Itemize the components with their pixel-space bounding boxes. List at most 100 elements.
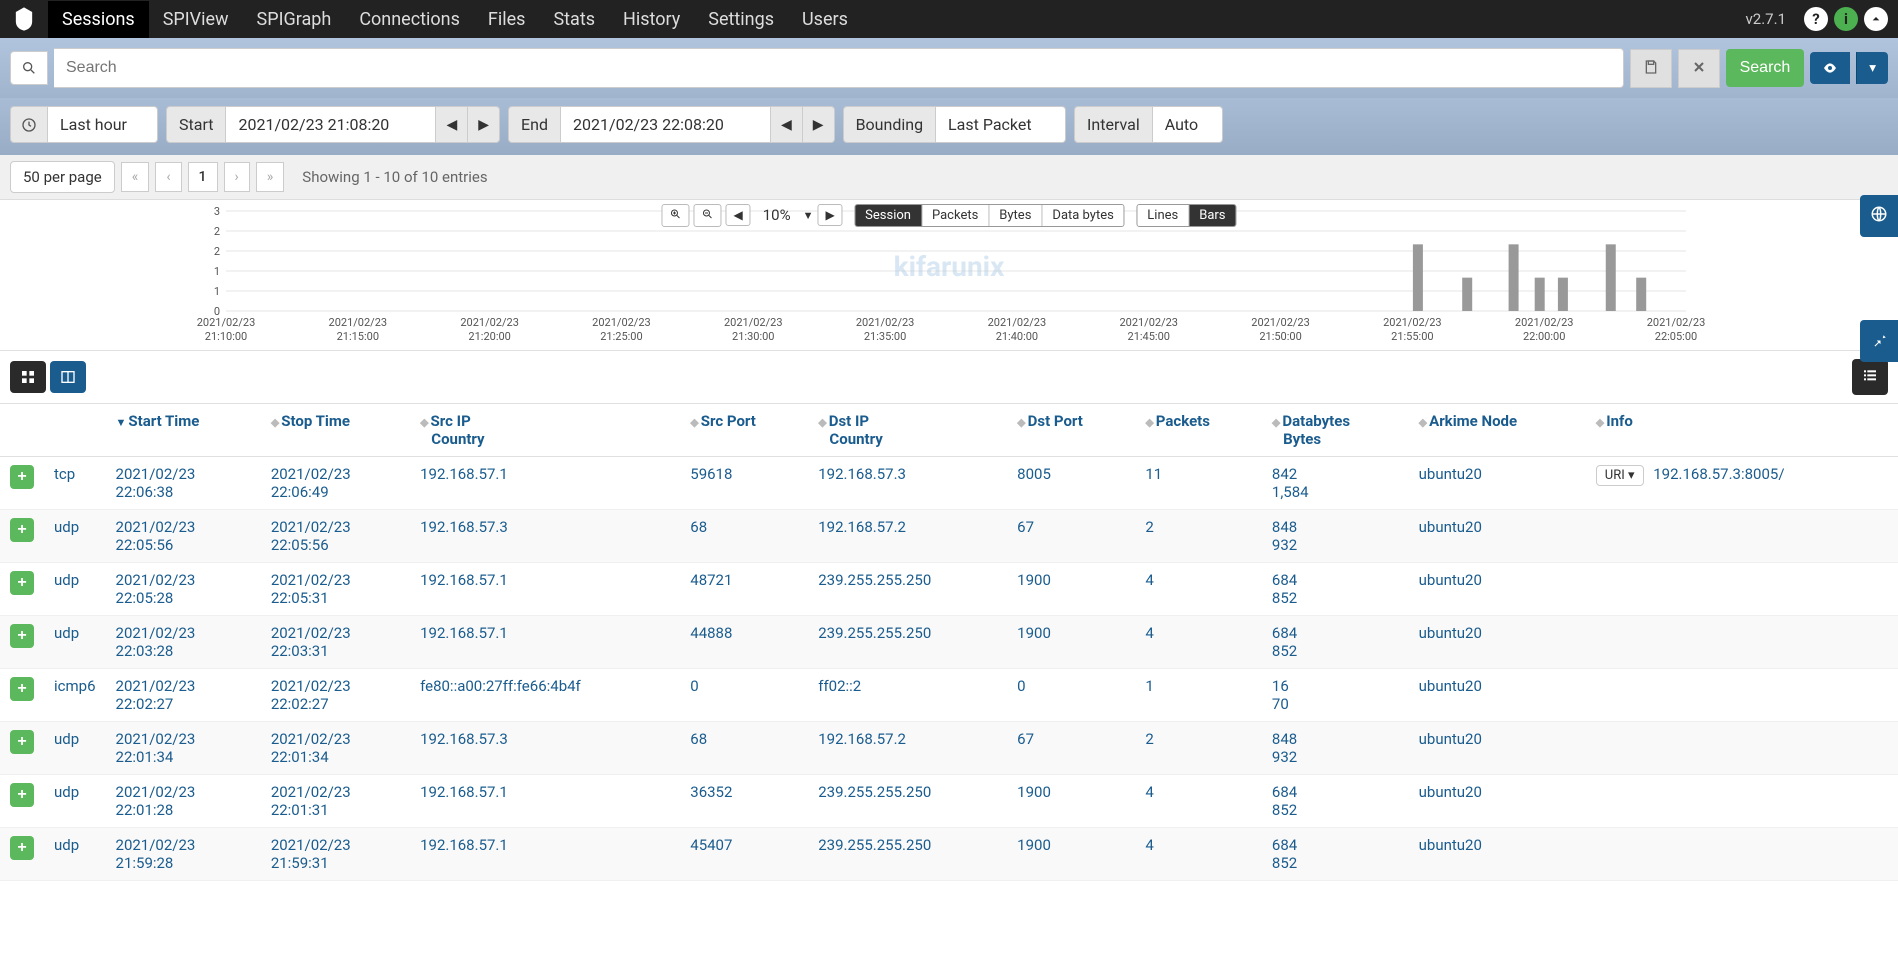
proto-cell[interactable]: udp [44, 616, 106, 669]
proto-cell[interactable]: icmp6 [44, 669, 106, 722]
info-badge[interactable]: URI ▾ [1596, 465, 1644, 486]
col-start-time[interactable]: ▼Start Time [106, 404, 261, 457]
chart-seg-bars[interactable]: Bars [1189, 205, 1235, 226]
srcip-cell[interactable]: 192.168.57.1 [410, 457, 680, 510]
bounding-select[interactable]: Last Packet [936, 106, 1066, 143]
col-src-ip-country[interactable]: ◆Src IP Country [410, 404, 680, 457]
nav-history[interactable]: History [609, 1, 694, 38]
packets-cell[interactable]: 4 [1135, 775, 1262, 828]
node-cell[interactable]: ubuntu20 [1409, 457, 1586, 510]
start-cell[interactable]: 2021/02/2322:06:38 [106, 457, 261, 510]
zoom-in-icon[interactable] [661, 204, 689, 227]
start-cell[interactable]: 2021/02/2322:01:34 [106, 722, 261, 775]
node-cell[interactable]: ubuntu20 [1409, 775, 1586, 828]
grid-view-icon[interactable] [10, 361, 46, 393]
node-cell[interactable]: ubuntu20 [1409, 563, 1586, 616]
stop-cell[interactable]: 2021/02/2321:59:31 [261, 828, 410, 881]
col-stop-time[interactable]: ◆Stop Time [261, 404, 410, 457]
expand-row-icon[interactable]: + [10, 730, 34, 754]
srcip-cell[interactable]: 192.168.57.1 [410, 563, 680, 616]
expand-row-icon[interactable]: + [10, 836, 34, 860]
srcport-cell[interactable]: 48721 [680, 563, 808, 616]
stop-cell[interactable]: 2021/02/2322:06:49 [261, 457, 410, 510]
zoom-out-icon[interactable] [693, 204, 721, 227]
bytes-cell[interactable]: 684852 [1262, 775, 1409, 828]
pin-toggle-icon[interactable] [1860, 320, 1898, 362]
nav-users[interactable]: Users [788, 1, 862, 38]
bytes-cell[interactable]: 684852 [1262, 616, 1409, 669]
node-cell[interactable]: ubuntu20 [1409, 510, 1586, 563]
list-options-icon[interactable] [1852, 359, 1888, 395]
view-dropdown-icon[interactable]: ▾ [1856, 52, 1888, 84]
columns-view-icon[interactable] [50, 361, 86, 393]
dstport-cell[interactable]: 0 [1007, 669, 1135, 722]
dstport-cell[interactable]: 67 [1007, 722, 1135, 775]
col-arkime-node[interactable]: ◆Arkime Node [1409, 404, 1586, 457]
nav-spigraph[interactable]: SPIGraph [243, 1, 346, 38]
srcip-cell[interactable]: 192.168.57.1 [410, 828, 680, 881]
nav-sessions[interactable]: Sessions [48, 1, 149, 38]
dstip-cell[interactable]: ff02::2 [808, 669, 1007, 722]
dstport-cell[interactable]: 67 [1007, 510, 1135, 563]
bytes-cell[interactable]: 1670 [1262, 669, 1409, 722]
stop-cell[interactable]: 2021/02/2322:02:27 [261, 669, 410, 722]
end-time-input[interactable]: 2021/02/23 22:08:20 [561, 106, 771, 143]
srcport-cell[interactable]: 45407 [680, 828, 808, 881]
stop-cell[interactable]: 2021/02/2322:01:31 [261, 775, 410, 828]
srcip-cell[interactable]: 192.168.57.3 [410, 722, 680, 775]
srcport-cell[interactable]: 59618 [680, 457, 808, 510]
page-first-icon[interactable]: « [121, 162, 150, 192]
map-toggle-icon[interactable] [1860, 195, 1898, 237]
expand-row-icon[interactable]: + [10, 624, 34, 648]
search-input[interactable] [54, 48, 1624, 88]
dstip-cell[interactable]: 239.255.255.250 [808, 616, 1007, 669]
srcport-cell[interactable]: 68 [680, 510, 808, 563]
col-databytes-bytes[interactable]: ◆Databytes Bytes [1262, 404, 1409, 457]
search-button[interactable]: Search [1726, 49, 1805, 87]
help-icon[interactable]: ? [1804, 7, 1828, 31]
proto-cell[interactable]: udp [44, 510, 106, 563]
proto-cell[interactable]: udp [44, 563, 106, 616]
srcip-cell[interactable]: 192.168.57.3 [410, 510, 680, 563]
col-info[interactable]: ◆Info [1586, 404, 1898, 457]
bytes-cell[interactable]: 8421,584 [1262, 457, 1409, 510]
dstip-cell[interactable]: 239.255.255.250 [808, 563, 1007, 616]
end-next-icon[interactable]: ▶ [803, 106, 835, 143]
stop-cell[interactable]: 2021/02/2322:05:31 [261, 563, 410, 616]
srcport-cell[interactable]: 0 [680, 669, 808, 722]
stop-cell[interactable]: 2021/02/2322:03:31 [261, 616, 410, 669]
chart-seg-packets[interactable]: Packets [922, 205, 989, 226]
packets-cell[interactable]: 4 [1135, 828, 1262, 881]
start-time-input[interactable]: 2021/02/23 21:08:20 [226, 106, 436, 143]
col-packets[interactable]: ◆Packets [1135, 404, 1262, 457]
proto-cell[interactable]: tcp [44, 457, 106, 510]
collapse-icon[interactable] [1864, 7, 1888, 31]
nav-connections[interactable]: Connections [345, 1, 474, 38]
save-icon[interactable] [1630, 49, 1672, 88]
pan-left-icon[interactable]: ◀ [725, 204, 750, 226]
proto-cell[interactable]: udp [44, 722, 106, 775]
packets-cell[interactable]: 11 [1135, 457, 1262, 510]
bytes-cell[interactable]: 684852 [1262, 563, 1409, 616]
dstip-cell[interactable]: 192.168.57.2 [808, 722, 1007, 775]
srcip-cell[interactable]: 192.168.57.1 [410, 616, 680, 669]
packets-cell[interactable]: 1 [1135, 669, 1262, 722]
srcport-cell[interactable]: 68 [680, 722, 808, 775]
node-cell[interactable]: ubuntu20 [1409, 828, 1586, 881]
dstport-cell[interactable]: 8005 [1007, 457, 1135, 510]
page-prev-icon[interactable]: ‹ [155, 162, 181, 192]
expand-row-icon[interactable]: + [10, 677, 34, 701]
nav-stats[interactable]: Stats [539, 1, 609, 38]
start-cell[interactable]: 2021/02/2322:01:28 [106, 775, 261, 828]
expand-row-icon[interactable]: + [10, 518, 34, 542]
dstport-cell[interactable]: 1900 [1007, 775, 1135, 828]
dstport-cell[interactable]: 1900 [1007, 563, 1135, 616]
timeline-svg[interactable]: 0112232021/02/2321:10:002021/02/2321:15:… [4, 206, 1888, 346]
packets-cell[interactable]: 4 [1135, 563, 1262, 616]
proto-cell[interactable]: udp [44, 775, 106, 828]
srcport-cell[interactable]: 44888 [680, 616, 808, 669]
col-src-port[interactable]: ◆Src Port [680, 404, 808, 457]
dstip-cell[interactable]: 239.255.255.250 [808, 828, 1007, 881]
col-dst-ip-country[interactable]: ◆Dst IP Country [808, 404, 1007, 457]
perpage-select[interactable]: 50 per page [10, 161, 115, 193]
